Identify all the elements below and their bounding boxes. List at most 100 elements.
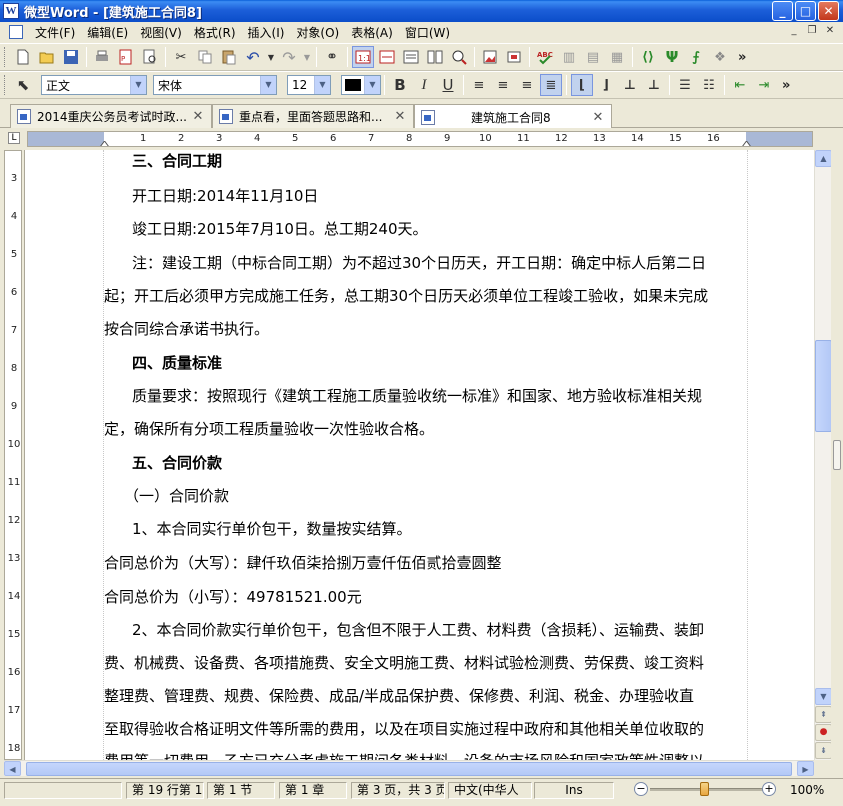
maximize-button[interactable]: □ bbox=[795, 1, 816, 21]
previous-page-icon[interactable]: ⇞ bbox=[815, 706, 832, 723]
paragraph-line[interactable]: 1、本合同实行单价包干，数量按实结算。 bbox=[132, 518, 412, 539]
underline-button[interactable]: U bbox=[437, 74, 459, 96]
paragraph-line[interactable]: 定，确保所有分项工程质量验收一次性验收合格。 bbox=[104, 418, 434, 439]
new-document-icon[interactable] bbox=[12, 46, 34, 68]
browse-object-icon[interactable]: ● bbox=[815, 724, 832, 741]
redo-icon[interactable]: ↷ bbox=[278, 46, 300, 68]
right-indent-marker[interactable] bbox=[742, 141, 751, 147]
scroll-right-button[interactable]: ▶ bbox=[797, 761, 814, 776]
formula-icon[interactable]: ⨍ bbox=[685, 46, 707, 68]
close-button[interactable]: ✕ bbox=[818, 1, 839, 21]
numbered-list-icon[interactable]: ☷ bbox=[698, 74, 720, 96]
tab-close-icon[interactable]: ✕ bbox=[393, 109, 407, 124]
paragraph-line[interactable]: 合同总价为（小写）：49781521.00元 bbox=[104, 586, 362, 607]
zoom-slider-knob[interactable] bbox=[700, 782, 709, 796]
paragraph-line[interactable]: 按合同综合承诺书执行。 bbox=[104, 318, 269, 339]
undo-icon[interactable]: ↶ bbox=[242, 46, 264, 68]
toolbar-grip[interactable] bbox=[4, 47, 7, 67]
two-page-view-icon[interactable] bbox=[424, 46, 446, 68]
align-right-icon[interactable]: ≡ bbox=[516, 74, 538, 96]
save-icon[interactable] bbox=[60, 46, 82, 68]
align-left-icon[interactable]: ≡ bbox=[468, 74, 490, 96]
print-preview-icon[interactable] bbox=[139, 46, 161, 68]
menu-file[interactable]: 文件(F) bbox=[29, 24, 81, 41]
symbol-icon[interactable]: ⟨⟩ bbox=[637, 46, 659, 68]
horizontal-scroll-thumb[interactable] bbox=[26, 762, 792, 776]
tab-close-icon[interactable]: ✕ bbox=[591, 110, 605, 125]
paragraph-line[interactable]: 整理费、管理费、规费、保险费、成品/半成品保护费、保修费、利润、税金、办理验收直 bbox=[104, 685, 694, 706]
style-select[interactable]: 正文 ▼ bbox=[41, 75, 147, 95]
align-center-icon[interactable]: ≡ bbox=[492, 74, 514, 96]
align-justify-icon[interactable]: ≣ bbox=[540, 74, 562, 96]
web-view-icon[interactable] bbox=[400, 46, 422, 68]
scroll-up-button[interactable]: ▲ bbox=[815, 150, 832, 167]
paragraph-line[interactable]: 至取得验收合格证明文件等所需的费用，以及在项目实施过程中政府和其他相关单位收取的 bbox=[104, 718, 704, 739]
chevron-down-icon[interactable]: ▼ bbox=[364, 76, 380, 94]
format-painter-icon[interactable]: ▤ bbox=[582, 46, 604, 68]
paragraph-line[interactable]: 竣工日期:2015年7月10日。总工期240天。 bbox=[132, 218, 428, 239]
scroll-left-button[interactable]: ◀ bbox=[4, 761, 21, 776]
find-binoculars-icon[interactable]: ⚭ bbox=[321, 46, 343, 68]
paragraph-line[interactable]: 2、本合同价款实行单价包干，包含但不限于人工费、材料费（含损耗）、运输费、装卸 bbox=[132, 619, 704, 640]
vertical-ruler[interactable]: 3 4 5 6 7 8 9 10 11 12 13 14 15 16 17 18 bbox=[4, 150, 22, 760]
insert-object-icon[interactable] bbox=[503, 46, 525, 68]
tab-stop-selector[interactable]: L bbox=[8, 132, 20, 144]
style-icon[interactable]: ▦ bbox=[606, 46, 628, 68]
menu-table[interactable]: 表格(A) bbox=[345, 24, 399, 41]
select-pointer-icon[interactable]: ⬉ bbox=[12, 74, 34, 96]
cut-icon[interactable]: ✂ bbox=[170, 46, 192, 68]
insert-image-icon[interactable] bbox=[479, 46, 501, 68]
menu-insert[interactable]: 插入(I) bbox=[242, 24, 291, 41]
font-size-select[interactable]: 12 ▼ bbox=[287, 75, 331, 95]
menu-object[interactable]: 对象(O) bbox=[290, 24, 345, 41]
splitter-grip[interactable] bbox=[833, 440, 841, 470]
more-tools-icon[interactable]: ❖ bbox=[709, 46, 731, 68]
italic-button[interactable]: I bbox=[413, 74, 435, 96]
pdf-export-icon[interactable]: P bbox=[115, 46, 137, 68]
document-page[interactable]: 三、合同工期 开工日期:2014年11月10日 竣工日期:2015年7月10日。… bbox=[24, 150, 814, 760]
paragraph-line[interactable]: 起；开工后必须甲方完成施工任务，总工期30个日历天必须单位工程竣工验收，如果未完… bbox=[104, 285, 708, 306]
spell-check-icon[interactable]: ABC bbox=[534, 46, 556, 68]
zoom-icon[interactable] bbox=[448, 46, 470, 68]
zoom-in-button[interactable]: + bbox=[762, 782, 776, 796]
page-view-icon[interactable]: 1:1 bbox=[352, 46, 374, 68]
status-insert-mode[interactable]: Ins bbox=[534, 782, 614, 799]
open-folder-icon[interactable] bbox=[36, 46, 58, 68]
tab-document-3[interactable]: 建筑施工合同8 ✕ bbox=[414, 104, 612, 129]
bold-button[interactable]: B bbox=[389, 74, 411, 96]
doc-minimize-icon[interactable]: _ bbox=[787, 24, 801, 38]
vertical-scrollbar[interactable]: ▲ ▼ ⇞ ● ⇟ bbox=[814, 150, 832, 760]
paragraph-line[interactable]: 合同总价为（大写）：肆仟玖佰柒拾捌万壹仟伍佰贰拾壹圆整 bbox=[104, 552, 502, 573]
tab-right-icon[interactable]: ⌋ bbox=[595, 74, 617, 96]
print-icon[interactable] bbox=[91, 46, 113, 68]
paragraph-line[interactable]: 费、机械费、设备费、各项措施费、安全文明施工费、材料试验检测费、劳保费、竣工资料 bbox=[104, 652, 704, 673]
minimize-button[interactable]: _ bbox=[772, 1, 793, 21]
chart-icon[interactable]: ▥ bbox=[558, 46, 580, 68]
menu-view[interactable]: 视图(V) bbox=[134, 24, 188, 41]
horizontal-scrollbar[interactable]: ◀ ▶ bbox=[4, 760, 814, 776]
chevron-down-icon[interactable]: ▼ bbox=[260, 76, 276, 94]
copy-icon[interactable] bbox=[194, 46, 216, 68]
paragraph-line[interactable]: 费用等一切费用，乙方已充分考虑施工期间各类材料、设备的市场风险和国家政策性调整以 bbox=[104, 750, 704, 760]
paragraph-line[interactable]: 注：建设工期（中标合同工期）为不超过30个日历天，开工日期：确定中标人后第二日 bbox=[132, 252, 706, 273]
tab-decimal-icon[interactable]: ⊥ bbox=[643, 74, 665, 96]
heading-contract-period[interactable]: 三、合同工期 bbox=[132, 150, 222, 171]
tab-center-icon[interactable]: ⊥ bbox=[619, 74, 641, 96]
paragraph-line[interactable]: 质量要求：按照现行《建筑工程施工质量验收统一标准》和国家、地方验收标准相关规 bbox=[132, 385, 702, 406]
increase-indent-icon[interactable]: ⇥ bbox=[753, 74, 775, 96]
zoom-out-button[interactable]: − bbox=[634, 782, 648, 796]
doc-close-icon[interactable]: ✕ bbox=[823, 24, 837, 38]
left-indent-marker[interactable] bbox=[100, 141, 109, 147]
special-symbol-icon[interactable]: Ψ bbox=[661, 46, 683, 68]
paste-icon[interactable] bbox=[218, 46, 240, 68]
chevron-down-icon[interactable]: ▼ bbox=[130, 76, 146, 94]
font-select[interactable]: 宋体 ▼ bbox=[153, 75, 277, 95]
chevron-down-icon[interactable]: ▼ bbox=[314, 76, 330, 94]
toolbar-overflow-icon[interactable]: » bbox=[738, 50, 746, 65]
menu-edit[interactable]: 编辑(E) bbox=[81, 24, 134, 41]
tab-left-icon[interactable]: ⌊ bbox=[571, 74, 593, 96]
paragraph-line[interactable]: （一）合同价款 bbox=[124, 485, 229, 506]
bullet-list-icon[interactable]: ☰ bbox=[674, 74, 696, 96]
scroll-down-button[interactable]: ▼ bbox=[815, 688, 832, 705]
tab-close-icon[interactable]: ✕ bbox=[191, 109, 205, 124]
